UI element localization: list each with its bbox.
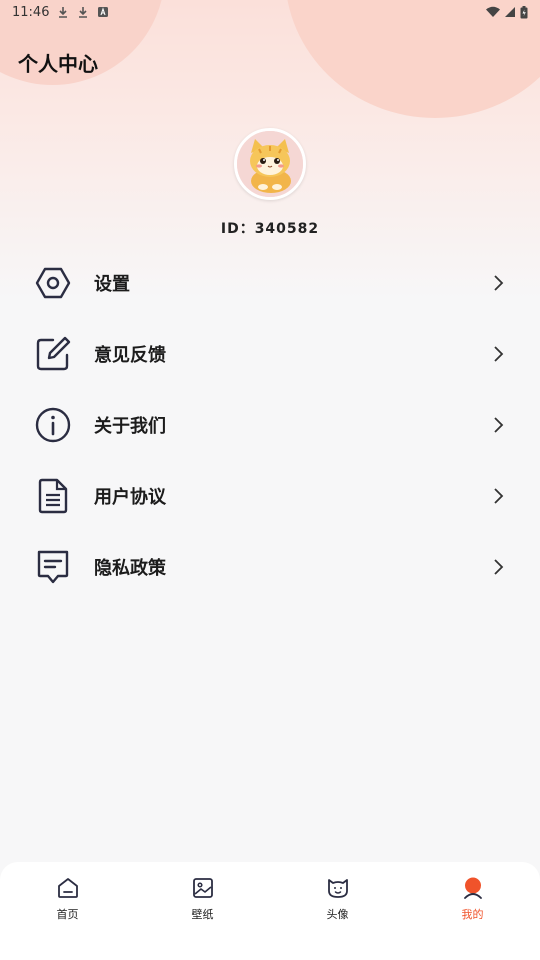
menu-item-privacy-policy[interactable]: 隐私政策 bbox=[0, 531, 540, 602]
image-icon bbox=[192, 878, 213, 898]
home-icon bbox=[57, 878, 78, 898]
wifi-icon bbox=[486, 6, 500, 17]
cat-avatar-image bbox=[237, 131, 303, 197]
menu-item-settings[interactable]: 设置 bbox=[0, 247, 540, 318]
page-title: 个人中心 bbox=[18, 52, 98, 76]
menu-item-label: 设置 bbox=[94, 273, 130, 295]
menu-item-label: 关于我们 bbox=[94, 415, 166, 437]
tab-label: 壁纸 bbox=[191, 908, 214, 921]
hexagon-settings-icon bbox=[35, 267, 71, 298]
tab-label: 头像 bbox=[326, 908, 349, 921]
settings-menu: 设置 意见反馈 关于我们 用户协议 隐私政策 bbox=[0, 247, 540, 602]
chevron-right-icon bbox=[494, 345, 504, 362]
download-icon bbox=[59, 7, 68, 18]
chevron-right-icon bbox=[494, 274, 504, 291]
menu-item-user-agreement[interactable]: 用户协议 bbox=[0, 460, 540, 531]
chevron-right-icon bbox=[494, 558, 504, 575]
face-icon bbox=[327, 879, 348, 898]
user-id: ID：340582 bbox=[220, 221, 320, 237]
privacy-message-icon bbox=[37, 550, 69, 583]
status-time: 11:46 bbox=[12, 4, 50, 20]
status-bar: 11:46 bbox=[0, 0, 540, 24]
app-notification-icon bbox=[98, 7, 109, 17]
info-icon bbox=[35, 407, 71, 442]
chevron-right-icon bbox=[494, 487, 504, 504]
person-icon bbox=[463, 877, 482, 899]
menu-item-about[interactable]: 关于我们 bbox=[0, 389, 540, 460]
edit-feedback-icon bbox=[36, 336, 71, 370]
menu-item-label: 用户协议 bbox=[94, 486, 166, 508]
tab-avatar[interactable]: 头像 bbox=[270, 862, 405, 960]
document-icon bbox=[38, 478, 68, 513]
menu-item-label: 意见反馈 bbox=[94, 344, 166, 366]
tab-home[interactable]: 首页 bbox=[0, 862, 135, 960]
tab-wallpaper[interactable]: 壁纸 bbox=[135, 862, 270, 960]
battery-icon bbox=[520, 5, 528, 18]
bottom-tab-bar: 首页 壁纸 头像 我的 bbox=[0, 862, 540, 960]
avatar[interactable] bbox=[234, 128, 306, 200]
menu-item-label: 隐私政策 bbox=[94, 557, 166, 579]
menu-item-feedback[interactable]: 意见反馈 bbox=[0, 318, 540, 389]
download-icon bbox=[79, 7, 88, 18]
chevron-right-icon bbox=[494, 416, 504, 433]
tab-label: 首页 bbox=[56, 908, 79, 921]
signal-icon bbox=[505, 7, 515, 17]
tab-label: 我的 bbox=[461, 908, 484, 921]
tab-mine[interactable]: 我的 bbox=[405, 862, 540, 960]
